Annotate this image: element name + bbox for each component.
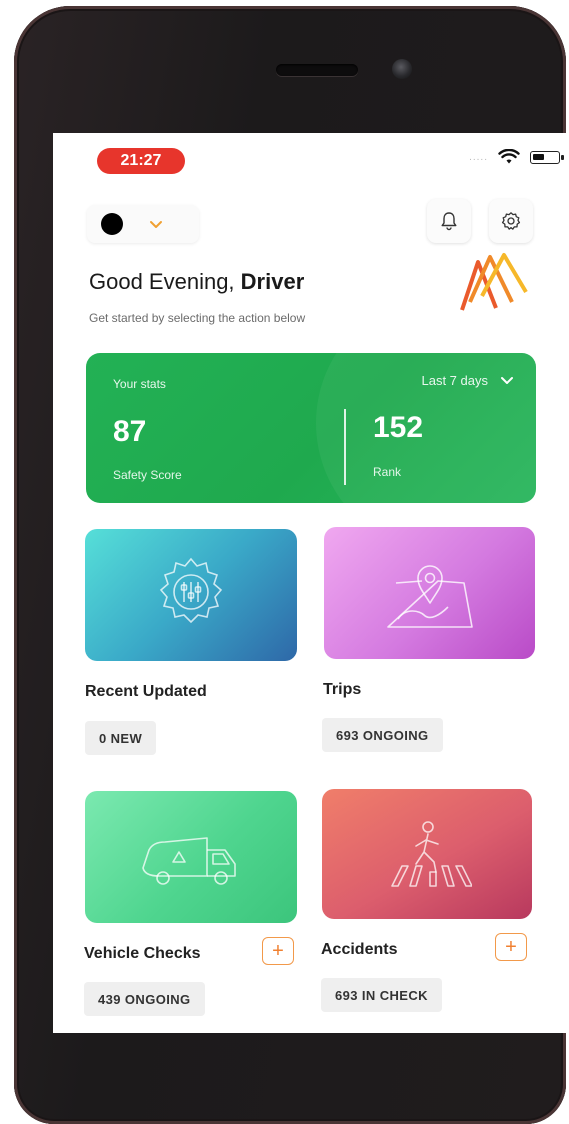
vehicle-checks-title: Vehicle Checks (84, 945, 201, 962)
trips-badge: 693 ONGOING (322, 718, 443, 752)
vehicle-checks-tile[interactable] (85, 791, 297, 923)
recent-updated-badge: 0 NEW (85, 721, 157, 755)
front-camera (392, 59, 412, 79)
app-logo (460, 253, 528, 311)
add-vehicle-check-button[interactable]: + (262, 937, 294, 965)
stats-card: Your stats Last 7 days 87 Safety Score 1… (86, 353, 536, 503)
period-dropdown[interactable]: Last 7 days (422, 373, 515, 388)
greeting-heading: Good Evening, Driver (89, 269, 304, 295)
accidents-badge: 693 IN CHECK (321, 978, 442, 1012)
vehicle-checks-badge: 439 ONGOING (84, 982, 205, 1016)
chevron-down-icon (150, 220, 162, 228)
trips-title: Trips (323, 681, 362, 698)
chevron-down-icon (501, 377, 513, 384)
recent-updated-tile[interactable] (85, 529, 297, 661)
add-accident-button[interactable]: + (495, 933, 527, 961)
stats-divider (344, 409, 346, 485)
truck-icon (142, 837, 236, 885)
wifi-icon (498, 149, 520, 164)
accidents-tile[interactable] (322, 789, 532, 919)
account-selector[interactable] (87, 205, 199, 243)
notifications-button[interactable] (427, 199, 471, 243)
safety-score-label: Safety Score (113, 468, 182, 482)
rank-value: 152 (373, 411, 424, 444)
greeting-prefix: Good Evening, (89, 269, 241, 294)
period-label: Last 7 days (421, 373, 489, 388)
gear-sliders-icon (159, 557, 223, 624)
stats-title: Your stats (113, 377, 166, 391)
avatar (101, 213, 123, 235)
greeting-subtitle: Get started by selecting the action belo… (89, 311, 306, 325)
greeting-name: Driver (240, 269, 305, 294)
settings-button[interactable] (489, 199, 533, 243)
battery-icon (530, 150, 564, 164)
app-screen: 21:27 ..... Good Evening, Driver Get sta… (53, 133, 569, 1033)
accidents-title: Accidents (321, 941, 398, 958)
recent-updated-title: Recent Updated (85, 683, 207, 700)
signal-icon: ..... (469, 151, 488, 163)
earpiece-speaker (276, 64, 358, 76)
safety-score-value: 87 (113, 415, 147, 448)
pedestrian-crossing-icon (391, 821, 472, 887)
map-pin-icon (386, 565, 473, 628)
bell-icon (441, 212, 457, 231)
phone-frame: 21:27 ..... Good Evening, Driver Get sta… (14, 6, 569, 1124)
status-icons: ..... (469, 149, 564, 165)
trips-tile[interactable] (324, 527, 535, 659)
gear-icon (501, 212, 521, 230)
rank-label: Rank (373, 465, 402, 479)
status-time: 21:27 (97, 148, 185, 174)
